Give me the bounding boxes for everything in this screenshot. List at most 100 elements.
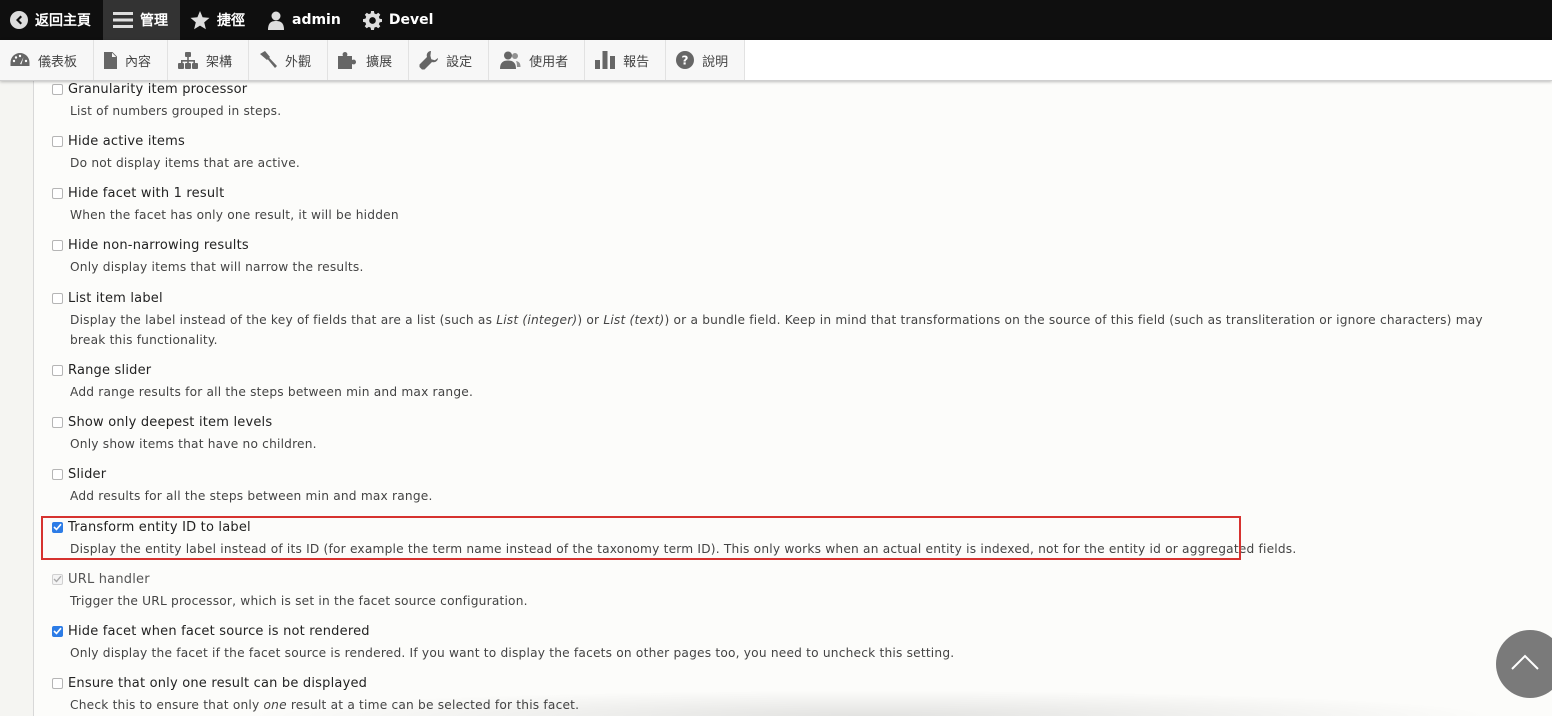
option-label: Hide active items — [68, 133, 185, 149]
puzzle-icon — [338, 52, 357, 69]
gear-icon — [362, 10, 382, 30]
tray-item-content[interactable]: 內容 — [94, 40, 169, 80]
option-checkbox[interactable] — [52, 364, 63, 376]
admin-toolbar: 返回主頁 管理 捷徑 admin Devel — [0, 0, 1552, 40]
processor-options-panel: Granularity item processor List of numbe… — [33, 80, 1552, 716]
option-hide-active: Hide active items Do not display items t… — [52, 132, 1533, 173]
option-hide-not-rendered: Hide facet when facet source is not rend… — [52, 622, 1533, 663]
option-checkbox[interactable] — [52, 83, 63, 95]
option-description: Add range results for all the steps betw… — [70, 385, 474, 399]
option-slider: Slider Add results for all the steps bet… — [52, 465, 1533, 506]
toolbar-back-home[interactable]: 返回主頁 — [0, 0, 103, 40]
tray-item-structure-label: 架構 — [206, 54, 233, 70]
admin-tray: 儀表板 內容 架構 外觀 擴展 設定 使用者 報告 ? 說明 — [0, 40, 1552, 81]
star-icon — [190, 10, 210, 29]
option-description: Only display the facet if the facet sour… — [70, 646, 955, 660]
option-label: Show only deepest item levels — [68, 414, 273, 430]
tray-item-appearance-label: 外觀 — [285, 54, 312, 70]
option-hide-one-result: Hide facet with 1 result When the facet … — [52, 184, 1533, 225]
toolbar-shortcuts-label: 捷徑 — [217, 13, 245, 29]
chevron-up-icon — [1511, 654, 1539, 670]
checkmark-icon — [53, 575, 62, 583]
option-label: List item label — [68, 290, 163, 306]
checkmark-icon — [53, 627, 62, 635]
toolbar-manage-label: 管理 — [140, 13, 168, 29]
option-granularity: Granularity item processor List of numbe… — [52, 80, 1533, 121]
toolbar-back-home-label: 返回主頁 — [35, 13, 91, 29]
tray-item-reports[interactable]: 報告 — [585, 40, 667, 80]
tray-item-reports-label: 報告 — [623, 54, 650, 70]
help-icon: ? — [676, 51, 695, 69]
tray-item-extend-label: 擴展 — [366, 54, 393, 70]
tray-item-extend[interactable]: 擴展 — [328, 40, 410, 80]
file-icon — [104, 51, 118, 69]
option-label: Hide facet when facet source is not rend… — [68, 623, 370, 639]
option-only-one-result: Ensure that only one result can be displ… — [52, 674, 1533, 715]
option-description: Check this to ensure that only one resul… — [70, 695, 1490, 715]
desc-emphasis: one — [263, 698, 287, 712]
tray-item-config[interactable]: 設定 — [409, 40, 490, 80]
paintbrush-icon — [260, 51, 278, 68]
toolbar-user-label: admin — [292, 12, 341, 28]
tray-item-help-label: 說明 — [702, 54, 729, 70]
option-description: Only display items that will narrow the … — [70, 260, 364, 274]
svg-text:?: ? — [682, 54, 689, 68]
option-checkbox[interactable] — [52, 292, 63, 304]
option-list-item-label: List item label Display the label instea… — [52, 289, 1533, 350]
option-url-handler: URL handler Trigger the URL processor, w… — [52, 570, 1533, 611]
toolbar-user[interactable]: admin — [257, 0, 353, 40]
option-description: Only show items that have no children. — [70, 437, 317, 451]
option-description: Display the label instead of the key of … — [70, 310, 1490, 350]
option-hide-non-narrowing: Hide non-narrowing results Only display … — [52, 236, 1533, 277]
menu-icon — [113, 12, 133, 28]
tray-item-people-label: 使用者 — [529, 54, 569, 70]
option-description: Add results for all the steps between mi… — [70, 489, 433, 503]
option-checkbox[interactable] — [52, 416, 63, 428]
user-icon — [268, 11, 284, 30]
option-checkbox-checked[interactable] — [52, 625, 63, 637]
desc-text: result at a time can be selected for thi… — [286, 698, 580, 712]
desc-text: Check this to ensure that only — [70, 698, 264, 712]
option-label: URL handler — [68, 571, 150, 587]
tray-item-help[interactable]: ? 說明 — [666, 40, 746, 80]
toolbar-devel-label: Devel — [388, 12, 434, 28]
checkmark-icon — [53, 523, 62, 531]
option-checkbox[interactable] — [52, 135, 63, 147]
dashboard-icon — [10, 53, 30, 66]
option-label: Granularity item processor — [68, 81, 248, 97]
desc-text: Display the label instead of the key of … — [70, 313, 497, 327]
option-checkbox[interactable] — [52, 468, 63, 480]
option-label: Hide non-narrowing results — [68, 237, 249, 253]
structure-icon — [178, 51, 199, 69]
tray-item-people[interactable]: 使用者 — [489, 40, 586, 80]
bar-chart-icon — [595, 51, 616, 69]
option-description: Display the entity label instead of its … — [70, 542, 1297, 556]
option-description: When the facet has only one result, it w… — [70, 208, 399, 222]
tray-item-dashboard[interactable]: 儀表板 — [0, 40, 95, 80]
toolbar-shortcuts[interactable]: 捷徑 — [180, 0, 257, 40]
tray-item-structure[interactable]: 架構 — [168, 40, 250, 80]
tray-item-appearance[interactable]: 外觀 — [249, 40, 329, 80]
option-description: Trigger the URL processor, which is set … — [70, 594, 528, 608]
tray-item-dashboard-label: 儀表板 — [38, 54, 78, 70]
option-label: Ensure that only one result can be displ… — [68, 675, 368, 691]
option-description: Do not display items that are active. — [70, 156, 300, 170]
option-label: Slider — [68, 466, 107, 482]
option-checkbox[interactable] — [52, 239, 63, 251]
option-label: Transform entity ID to label — [68, 519, 251, 535]
desc-text: ) or — [577, 313, 604, 327]
toolbar-manage[interactable]: 管理 — [103, 0, 180, 40]
option-range-slider: Range slider Add range results for all t… — [52, 361, 1533, 402]
desc-emphasis: List (integer) — [496, 313, 578, 327]
people-icon — [500, 51, 521, 69]
back-circle-icon — [10, 11, 28, 29]
option-checkbox[interactable] — [52, 677, 63, 689]
tray-item-content-label: 內容 — [125, 54, 152, 70]
option-label: Range slider — [68, 362, 152, 378]
toolbar-devel[interactable]: Devel — [353, 0, 446, 40]
option-checkbox[interactable] — [52, 187, 63, 199]
option-label: Hide facet with 1 result — [68, 185, 225, 201]
option-checkbox-disabled — [52, 573, 63, 585]
option-checkbox-checked[interactable] — [52, 521, 63, 533]
option-description: List of numbers grouped in steps. — [70, 104, 282, 118]
